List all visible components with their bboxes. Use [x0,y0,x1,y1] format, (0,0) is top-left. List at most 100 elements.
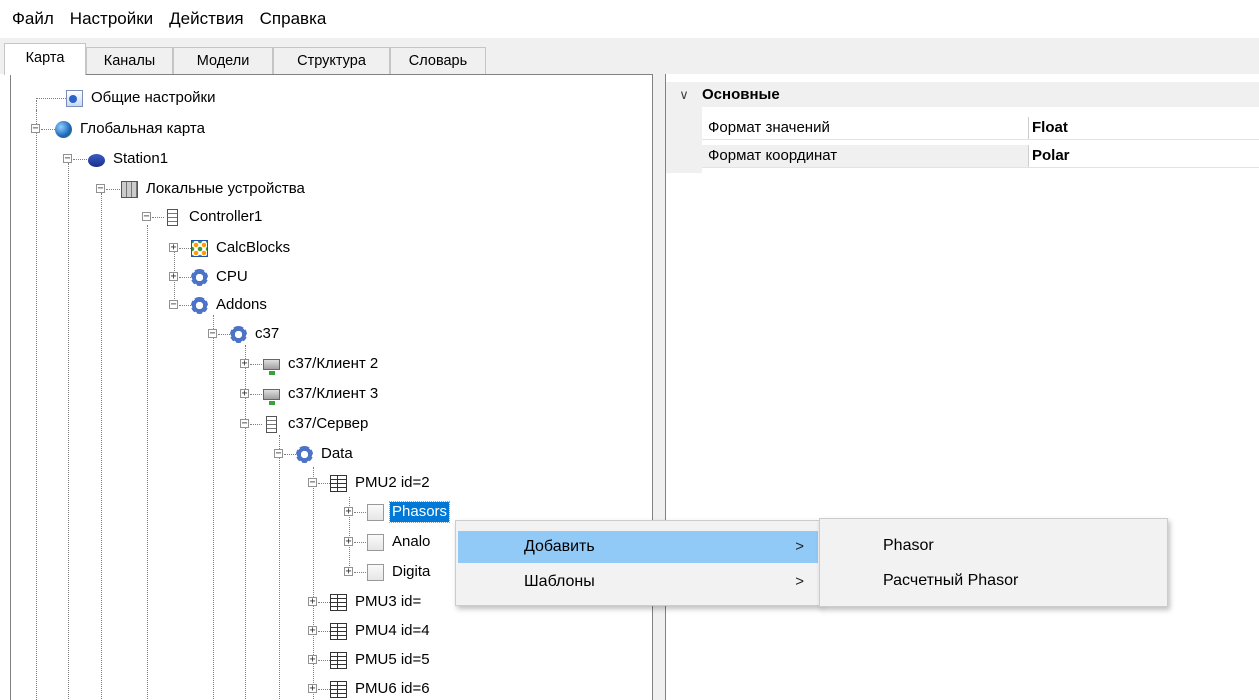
tree-connector [68,163,69,700]
menu-item-label: Шаблоны [524,573,595,590]
tree-connector [250,364,262,365]
menu-file[interactable]: Файл [4,4,62,34]
tree-node-label: c37/Клиент 2 [288,355,379,372]
property-name: Формат значений [702,117,1029,139]
menu-item-calculated-phasor[interactable]: Расчетный Phasor [822,565,1165,597]
tree-node-label: CalcBlocks [216,239,291,256]
menu-item-templates[interactable]: Шаблоны > [458,566,818,598]
table-icon [330,622,347,640]
collapse-toggle[interactable]: − [142,212,151,222]
tree-node-c37[interactable]: c37 [230,322,281,346]
tree-node-global-map[interactable]: Глобальная карта [55,117,207,141]
server-icon [266,415,277,433]
expand-toggle[interactable]: + [344,537,353,547]
expand-toggle[interactable]: + [308,655,317,665]
tree-connector [179,248,191,249]
tree-node-pmu2[interactable]: PMU2 id=2 [330,471,432,495]
expand-toggle[interactable]: + [344,567,353,577]
collapse-toggle[interactable]: − [308,478,317,488]
expand-toggle[interactable]: + [169,272,178,282]
tree-node-controller1[interactable]: Controller1 [164,205,264,229]
tree-node-label: c37/Клиент 3 [288,385,379,402]
tab-models[interactable]: Модели [173,47,273,74]
tree-node-label: c37/Сервер [288,415,369,432]
expand-toggle[interactable]: + [240,359,249,369]
collapse-toggle[interactable]: − [63,154,72,164]
menu-item-add[interactable]: Добавить > [458,531,818,563]
tree-view[interactable]: Общие настройки − Глобальная карта − Sta… [10,74,653,700]
expand-toggle[interactable]: + [308,597,317,607]
collapse-toggle[interactable]: − [274,449,283,459]
tree-node-label: Digita [392,563,431,580]
collapse-toggle[interactable]: − [96,184,105,194]
tree-connector [318,689,330,690]
tree-connector [213,315,214,700]
context-menu: Добавить > Шаблоны > [455,520,821,606]
tab-dictionary[interactable]: Словарь [390,47,486,74]
tree-node-data[interactable]: Data [296,442,355,466]
tree-node-label: Общие настройки [91,89,216,106]
station-icon [88,153,105,167]
tree-connector [250,424,262,425]
tree-node-addons[interactable]: Addons [191,293,269,317]
tree-node-calcblocks[interactable]: CalcBlocks [191,236,292,260]
tree-node-general-settings[interactable]: Общие настройки [66,86,218,110]
gear-icon [296,445,313,463]
property-value[interactable]: Polar [1029,145,1070,167]
property-row-coordinate-format[interactable]: Формат координат Polar [702,145,1259,167]
tree-node-pmu5[interactable]: PMU5 id=5 [330,648,432,672]
table-icon [330,651,347,669]
table-icon [330,680,347,698]
network-client-icon [263,388,280,405]
expand-toggle[interactable]: + [169,243,178,253]
expand-toggle[interactable]: + [240,389,249,399]
tree-node-server[interactable]: c37/Сервер [263,412,370,436]
collapse-toggle[interactable]: − [31,124,40,134]
menu-item-label: Расчетный Phasor [883,572,1019,589]
menu-actions[interactable]: Действия [161,4,251,34]
tab-map[interactable]: Карта [4,43,86,75]
expand-toggle[interactable]: + [344,507,353,517]
tree-node-analog[interactable]: Analo [367,530,432,554]
tree-node-client3[interactable]: c37/Клиент 3 [263,382,380,406]
tree-connector [218,334,230,335]
collapse-toggle[interactable]: − [240,419,249,429]
menu-help[interactable]: Справка [252,4,335,34]
tab-channels[interactable]: Каналы [86,47,173,74]
tree-connector [318,631,330,632]
tree-node-label: PMU3 id= [355,593,422,610]
expand-toggle[interactable]: + [308,684,317,694]
collapse-toggle[interactable]: − [208,329,217,339]
tree-connector [73,159,87,160]
tree-connector [152,217,164,218]
tree-node-digital[interactable]: Digita [367,560,432,584]
property-value[interactable]: Float [1029,117,1068,139]
submenu: Phasor Расчетный Phasor [819,518,1168,607]
tree-node-label: Глобальная карта [80,120,205,137]
menu-settings[interactable]: Настройки [62,4,161,34]
property-category[interactable]: ∨ Основные [666,82,1259,107]
menu-item-phasor[interactable]: Phasor [822,530,1165,562]
tree-node-phasors[interactable]: Phasors [367,500,451,524]
submenu-arrow-icon: > [795,573,804,590]
tree-node-client2[interactable]: c37/Клиент 2 [263,352,380,376]
tree-node-label: Controller1 [189,208,263,225]
tree-node-label: PMU4 id=4 [355,622,430,639]
tree-node-pmu3[interactable]: PMU3 id= [330,590,423,614]
property-row-value-format[interactable]: Формат значений Float [702,117,1259,139]
pane-splitter[interactable] [653,74,665,700]
tree-node-local-devices[interactable]: Локальные устройства [121,177,307,201]
property-gutter [666,107,702,173]
collapse-toggle[interactable]: − [169,300,178,310]
chevron-down-icon[interactable]: ∨ [666,87,702,103]
tree-node-pmu4[interactable]: PMU4 id=4 [330,619,432,643]
tree-node-cpu[interactable]: CPU [191,265,250,289]
table-icon [330,593,347,611]
expand-toggle[interactable]: + [308,626,317,636]
tree-connector [41,129,55,130]
tree-connector [318,483,330,484]
tree-node-station1[interactable]: Station1 [88,147,170,171]
tree-node-pmu6[interactable]: PMU6 id=6 [330,677,432,700]
calcblocks-icon [191,239,208,257]
tab-structure[interactable]: Структура [273,47,390,74]
